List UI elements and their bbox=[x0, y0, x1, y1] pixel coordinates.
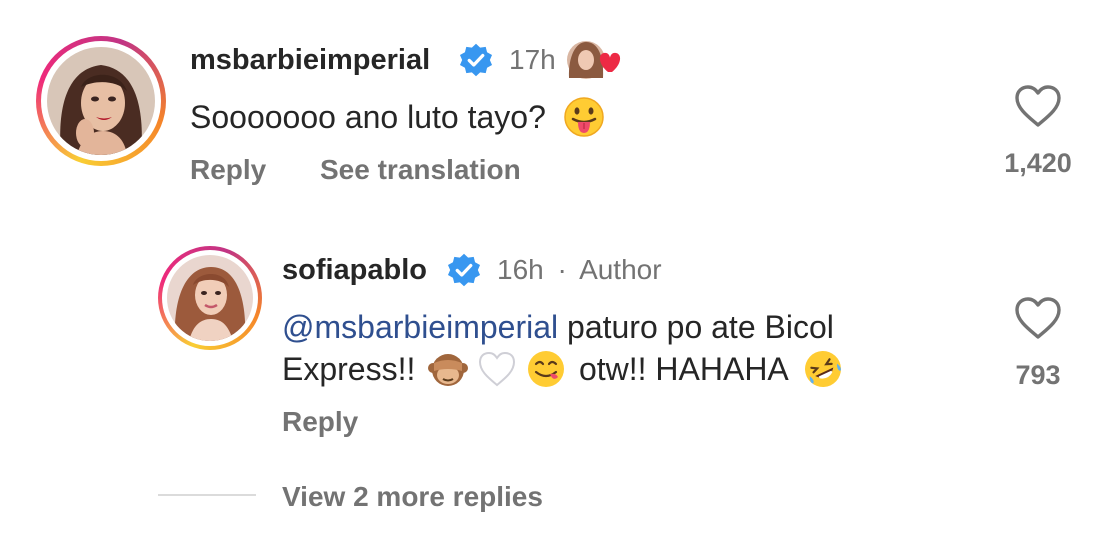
reply-timestamp: 16h bbox=[497, 254, 544, 285]
reply-text-line-2: Express!! otw!! HAHAHA bbox=[282, 348, 844, 390]
see-no-evil-monkey-icon bbox=[428, 353, 469, 386]
rofl-face-icon bbox=[804, 350, 841, 387]
verified-badge-icon bbox=[447, 253, 481, 287]
heart-outline-icon[interactable] bbox=[1014, 296, 1062, 340]
reply-username[interactable]: sofiapablo bbox=[282, 254, 427, 287]
author-liked-avatar-icon bbox=[566, 38, 624, 82]
reply-button[interactable]: Reply bbox=[190, 154, 266, 186]
reply-button[interactable]: Reply bbox=[282, 406, 358, 438]
comment-timestamp: 17h bbox=[509, 44, 556, 75]
reply-body-line-2b: otw!! HAHAHA bbox=[578, 351, 787, 387]
like-count: 793 bbox=[1015, 360, 1061, 390]
replies-divider bbox=[158, 494, 256, 496]
reply-body-line-2a: Express!! bbox=[282, 351, 416, 387]
meta-separator: · bbox=[557, 254, 567, 285]
heart-outline-icon[interactable] bbox=[1014, 84, 1062, 128]
avatar-sofiapablo[interactable] bbox=[158, 246, 262, 350]
yum-face-icon bbox=[528, 350, 565, 387]
author-label: Author bbox=[579, 254, 662, 285]
reply-text-line-1: @msbarbieimperial paturo po ate Bicol bbox=[282, 306, 834, 348]
reply-meta: 16h · Author bbox=[497, 254, 662, 286]
comment-username[interactable]: msbarbieimperial bbox=[190, 44, 430, 77]
reply-body-line-1: paturo po ate Bicol bbox=[567, 309, 834, 345]
like-count: 1,420 bbox=[1004, 148, 1072, 178]
mention-link[interactable]: @msbarbieimperial bbox=[282, 309, 558, 345]
comment-body: Sooooooo ano luto tayo? bbox=[190, 99, 546, 135]
avatar-msbarbieimperial[interactable] bbox=[36, 36, 166, 166]
verified-badge-icon bbox=[459, 43, 493, 77]
see-translation-button[interactable]: See translation bbox=[320, 154, 521, 186]
view-more-replies-button[interactable]: View 2 more replies bbox=[282, 481, 543, 513]
white-heart-icon bbox=[479, 351, 516, 386]
comment-text: Sooooooo ano luto tayo? bbox=[190, 96, 605, 138]
tongue-emoji-icon bbox=[564, 96, 604, 137]
